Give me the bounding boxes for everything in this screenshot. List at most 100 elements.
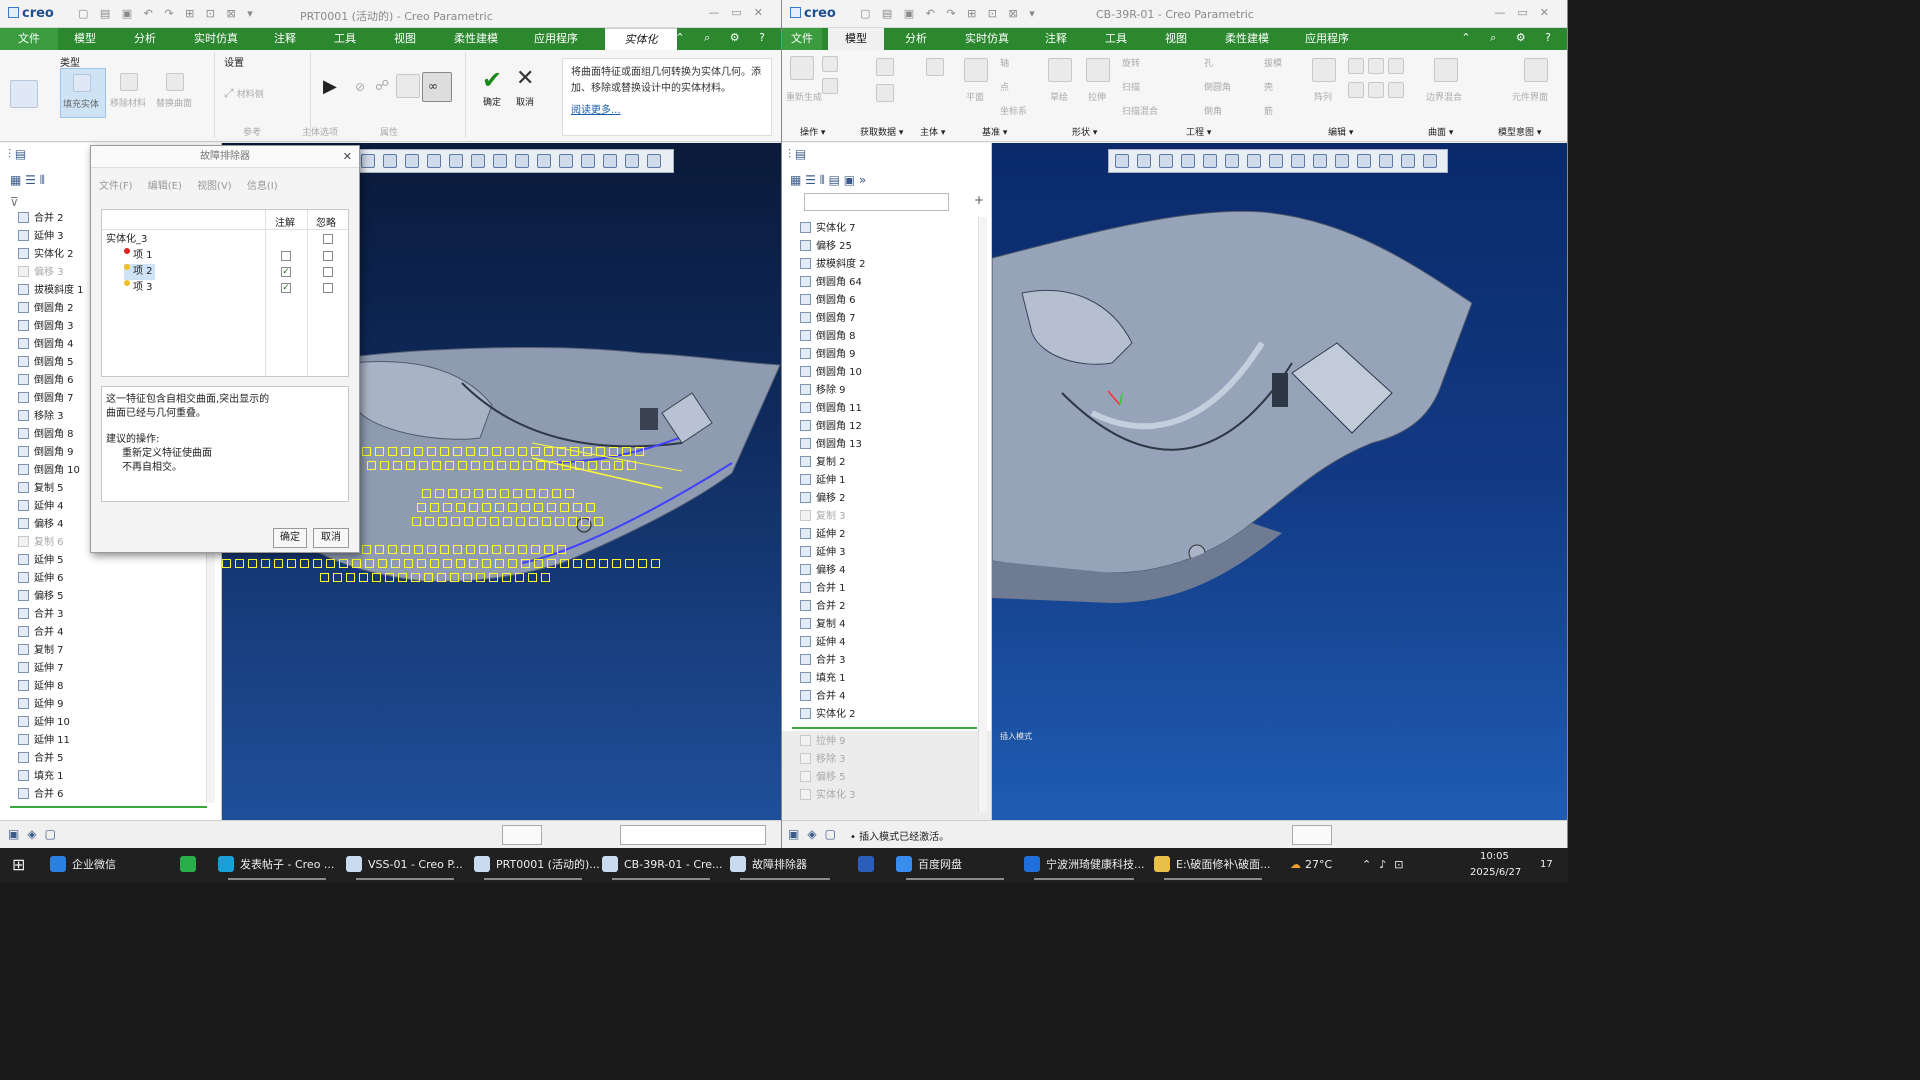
- revolve-label[interactable]: 旋转: [1122, 56, 1140, 69]
- quick-access-toolbar[interactable]: ▢ ▤ ▣ ↶ ↷ ⊞ ⊡ ⊠ ▾: [78, 7, 257, 20]
- tree-item[interactable]: 合并 2: [800, 598, 846, 616]
- taskbar-word[interactable]: [858, 848, 880, 882]
- tree-item[interactable]: 倒圆角 5: [18, 354, 74, 372]
- taskbar-cb39r[interactable]: CB-39R-01 - Cre...: [602, 848, 723, 882]
- ignore-checkbox-root[interactable]: [323, 234, 333, 244]
- tree-toolbar[interactable]: ▦ ☰ ⫴ ▤ ▣ »: [790, 173, 866, 188]
- tab-analysis[interactable]: 分析: [897, 28, 935, 50]
- replace-surface-button[interactable]: 替换曲面: [154, 68, 200, 118]
- tree-search-input[interactable]: [804, 193, 949, 211]
- taskbar-explorer[interactable]: E:\破面修补\破面...: [1154, 848, 1272, 882]
- tab-flexible-modeling[interactable]: 柔性建模: [446, 28, 506, 50]
- tab-annotate[interactable]: 注释: [266, 28, 304, 50]
- tree-item[interactable]: 倒圆角 10: [18, 462, 80, 480]
- tree-tab-icons[interactable]: ⫶ ▤: [788, 147, 806, 162]
- hole-label[interactable]: 孔: [1204, 56, 1213, 69]
- status-icons[interactable]: ▣◈▢: [8, 827, 64, 841]
- tree-item[interactable]: 倒圆角 7: [18, 390, 74, 408]
- tab-solidify[interactable]: 实体化: [605, 28, 677, 50]
- filter-dropdown[interactable]: [620, 825, 766, 845]
- boundary-blend-label[interactable]: 边界混合: [1426, 90, 1462, 103]
- pattern-label[interactable]: 阵列: [1314, 90, 1332, 103]
- extrude-label[interactable]: 拉伸: [1088, 90, 1106, 103]
- copy-icon[interactable]: [822, 56, 838, 72]
- binoculars-button[interactable]: [502, 825, 542, 845]
- issue-item-1[interactable]: 项 1: [124, 248, 153, 264]
- notification-count[interactable]: 17: [1540, 848, 1553, 882]
- tree-item[interactable]: 合并 1: [800, 580, 846, 598]
- user-defined-feature-icon[interactable]: [876, 58, 894, 76]
- tab-reference[interactable]: 参考: [243, 125, 261, 138]
- ribbon-group-2[interactable]: 主体 ▾: [920, 125, 945, 138]
- extrude-icon[interactable]: [1086, 58, 1110, 82]
- tab-flexible-modeling[interactable]: 柔性建模: [1217, 28, 1277, 50]
- tree-item[interactable]: 倒圆角 6: [18, 372, 74, 390]
- tree-tab-icons[interactable]: ⫶ ▤: [8, 147, 26, 162]
- plane-label[interactable]: 平面: [966, 90, 984, 103]
- tab-properties[interactable]: 属性: [380, 125, 398, 138]
- menu-file[interactable]: 文件(F): [99, 181, 133, 192]
- window-controls[interactable]: —▭✕: [708, 6, 775, 19]
- taskbar-edge[interactable]: 发表帖子 - Creo ...: [218, 848, 336, 882]
- add-column-icon[interactable]: +: [974, 193, 984, 207]
- offset-icon[interactable]: [1348, 82, 1364, 98]
- taskbar-vss01[interactable]: VSS-01 - Creo P...: [346, 848, 464, 882]
- body-icon[interactable]: [926, 58, 944, 76]
- boundary-blend-icon[interactable]: [1434, 58, 1458, 82]
- issue-item-2[interactable]: 项 2: [124, 264, 155, 280]
- cancel-x-icon[interactable]: ✕: [516, 66, 534, 91]
- tree-item[interactable]: 倒圆角 4: [18, 336, 74, 354]
- tab-annotate[interactable]: 注释: [1037, 28, 1075, 50]
- tree-item[interactable]: 偏移 4: [18, 516, 64, 534]
- tree-item[interactable]: 倒圆角 10: [800, 364, 862, 382]
- rib-label[interactable]: 筋: [1264, 104, 1273, 117]
- ribbon-group-8[interactable]: 模型意图 ▾: [1498, 125, 1541, 138]
- tree-item[interactable]: 复制 2: [800, 454, 846, 472]
- tree-item[interactable]: 延伸 6: [18, 570, 64, 588]
- tree-item[interactable]: 合并 2: [18, 210, 64, 228]
- tree-item[interactable]: 复制 5: [18, 480, 64, 498]
- shell-label[interactable]: 壳: [1264, 80, 1273, 93]
- tree-item[interactable]: 合并 4: [18, 624, 64, 642]
- tree-item[interactable]: 复制 6: [18, 534, 64, 552]
- pause-icon[interactable]: ⊘: [355, 80, 365, 94]
- preview-geometry-icon[interactable]: ☍: [375, 78, 389, 94]
- ribbon-group-1[interactable]: 获取数据 ▾: [860, 125, 903, 138]
- ribbon-group-5[interactable]: 工程 ▾: [1186, 125, 1211, 138]
- tree-item[interactable]: 延伸 3: [18, 228, 64, 246]
- tab-live-simulation[interactable]: 实时仿真: [186, 28, 246, 50]
- tree-item[interactable]: 倒圆角 9: [18, 444, 74, 462]
- regenerate-icon[interactable]: [790, 56, 814, 80]
- feature-preview-icon[interactable]: [396, 74, 420, 98]
- filter-icon[interactable]: ⊽: [10, 195, 19, 209]
- trim-icon[interactable]: [1368, 58, 1384, 74]
- tree-item[interactable]: 实体化 2: [800, 706, 856, 724]
- close-icon[interactable]: ✕: [343, 150, 352, 163]
- quick-access-toolbar[interactable]: ▢ ▤ ▣ ↶ ↷ ⊞ ⊡ ⊠ ▾: [860, 7, 1039, 20]
- tree-item[interactable]: 拉伸 9: [800, 733, 846, 751]
- sketch-label[interactable]: 草绘: [1050, 90, 1068, 103]
- tree-item[interactable]: 合并 6: [18, 786, 64, 804]
- tab-body-options[interactable]: 主体选项: [302, 125, 338, 138]
- tree-item[interactable]: 移除 3: [800, 751, 846, 769]
- round-label[interactable]: 倒圆角: [1204, 80, 1231, 93]
- tree-item[interactable]: 偏移 4: [800, 562, 846, 580]
- read-more-link[interactable]: 阅读更多...: [571, 103, 763, 119]
- menu-info[interactable]: 信息(I): [247, 181, 278, 192]
- tab-applications[interactable]: 应用程序: [526, 28, 586, 50]
- play-icon[interactable]: ▶: [323, 76, 337, 97]
- tree-item[interactable]: 实体化 2: [18, 246, 74, 264]
- component-interface-label[interactable]: 元件界面: [1512, 90, 1548, 103]
- tree-item[interactable]: 倒圆角 6: [800, 292, 856, 310]
- tab-tools[interactable]: 工具: [326, 28, 364, 50]
- tree-item[interactable]: 延伸 4: [800, 634, 846, 652]
- clock-date[interactable]: 2025/6/27: [1470, 856, 1521, 890]
- solidify-icon[interactable]: [1388, 82, 1404, 98]
- tree-item[interactable]: 倒圆角 8: [800, 328, 856, 346]
- tree-item[interactable]: 移除 3: [18, 408, 64, 426]
- tree-item[interactable]: 偏移 25: [800, 238, 852, 256]
- binoculars-button[interactable]: [1292, 825, 1332, 845]
- ribbon-group-3[interactable]: 基准 ▾: [982, 125, 1007, 138]
- tab-model[interactable]: 模型: [828, 28, 884, 50]
- tree-item[interactable]: 偏移 5: [18, 588, 64, 606]
